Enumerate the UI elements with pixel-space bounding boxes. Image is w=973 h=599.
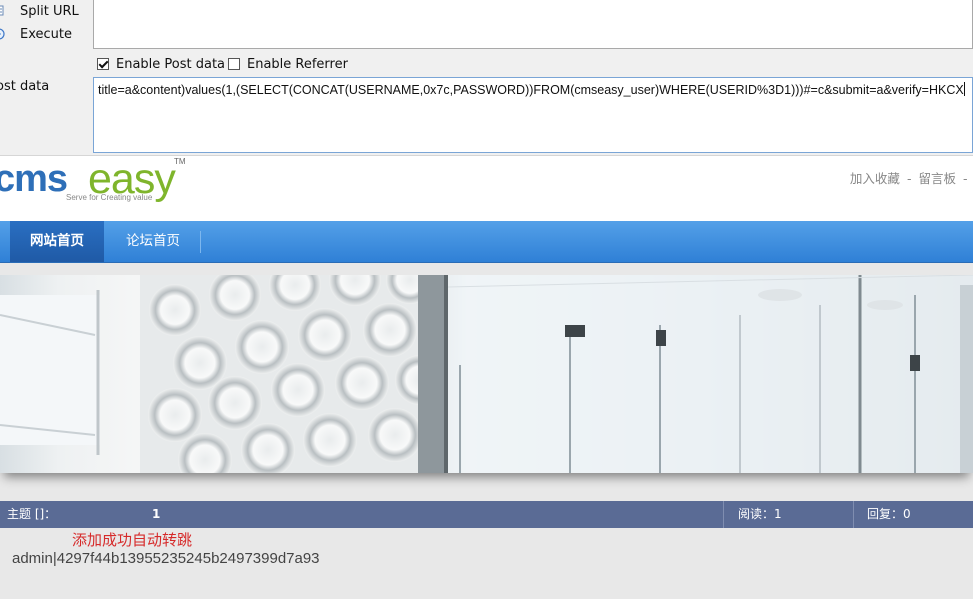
enable-post-label: Enable Post data [116, 56, 226, 72]
logo-cms-text: cms [0, 158, 68, 200]
split-url-icon [0, 5, 6, 17]
post-data-value: title=a&content)values(1,(SELECT(CONCAT(… [98, 83, 964, 97]
topic-divider [723, 501, 724, 528]
top-link-separator: - [962, 171, 968, 186]
execute-button[interactable]: Execute [0, 25, 72, 43]
enable-post-check-icon [97, 58, 109, 70]
topic-replies: 回复：0 [867, 507, 911, 521]
topic-divider [853, 501, 854, 528]
topic-info-bar: 主题 []： 1 阅读：1 回复：0 [0, 501, 973, 528]
topic-reads: 阅读：1 [738, 507, 782, 521]
split-url-label: Split URL [20, 3, 79, 19]
url-input[interactable] [93, 0, 973, 49]
logo-tm-mark: TM [174, 157, 186, 166]
success-message: 添加成功自动转跳 [72, 531, 193, 549]
injection-result-text: admin|4297f44b13955235245b2497399d7a93 [12, 550, 320, 567]
execute-icon [0, 28, 6, 40]
enable-post-checkbox[interactable]: Enable Post data [97, 55, 225, 73]
execute-label: Execute [20, 26, 72, 42]
split-url-button[interactable]: Split URL [0, 2, 79, 20]
nav-divider [200, 231, 201, 253]
top-link-separator: - [906, 171, 912, 186]
top-links: 加入收藏-留言板-繁 [850, 168, 973, 187]
topic-subject-label: 主题 []： [7, 507, 57, 521]
hackbar-panel: Split URL Execute Enable Post data Enabl… [0, 0, 973, 155]
guestbook-link[interactable]: 留言板 [918, 171, 956, 186]
topic-subject-value: 1 [152, 507, 161, 521]
site-header: cms easy TM Serve for Creating value 加入收… [0, 155, 973, 222]
logo-slogan: Serve for Creating value [66, 193, 153, 202]
main-nav: 网站首页 论坛首页 [0, 221, 973, 263]
enable-referrer-checkbox[interactable]: Enable Referrer [228, 55, 348, 73]
banner-area [0, 263, 973, 493]
enable-referrer-check-icon [228, 58, 240, 70]
office-banner-image [0, 275, 973, 473]
nav-item-home[interactable]: 网站首页 [10, 221, 104, 262]
post-data-input[interactable]: title=a&content)values(1,(SELECT(CONCAT(… [93, 77, 973, 153]
nav-item-forum[interactable]: 论坛首页 [106, 221, 200, 262]
text-caret [963, 82, 965, 96]
post-data-label: ost data [0, 79, 50, 94]
add-favorite-link[interactable]: 加入收藏 [850, 171, 900, 186]
enable-referrer-label: Enable Referrer [247, 56, 348, 72]
